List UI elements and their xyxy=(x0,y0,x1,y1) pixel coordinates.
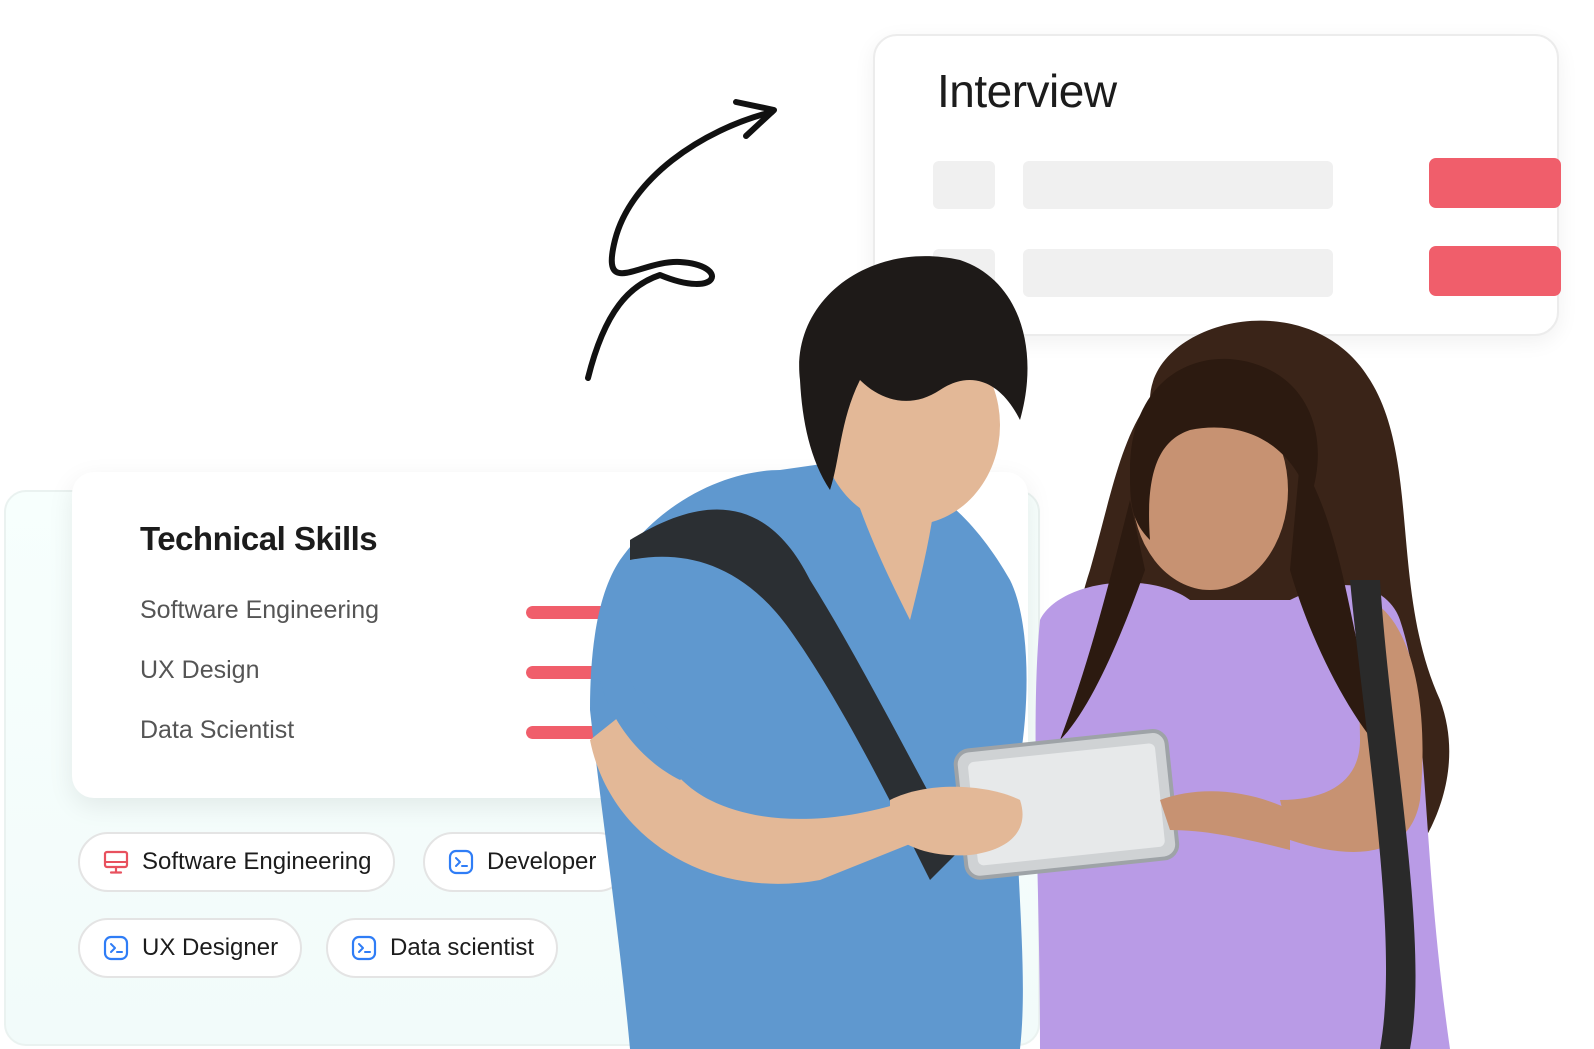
tag-software-engineering[interactable]: Software Engineering xyxy=(78,832,396,892)
technical-skills-title: Technical Skills xyxy=(140,520,378,557)
students-photo xyxy=(590,256,1450,1049)
terminal-icon xyxy=(447,848,475,876)
skill-label: Data Scientist xyxy=(140,716,295,744)
interview-row-text-placeholder xyxy=(1023,161,1333,209)
skill-label: UX Design xyxy=(140,656,260,684)
interview-row xyxy=(933,158,1561,210)
tag-label: Software Engineering xyxy=(142,848,372,875)
skill-label: Software Engineering xyxy=(140,596,380,624)
tag-label: Developer xyxy=(487,848,597,875)
tag-ux-designer[interactable]: UX Designer xyxy=(78,918,303,978)
tag-data-scientist[interactable]: Data scientist xyxy=(326,918,559,978)
monitor-icon xyxy=(102,848,130,876)
interview-title: Interview xyxy=(937,65,1117,117)
tag-label: UX Designer xyxy=(142,934,279,961)
interview-row-action-button[interactable] xyxy=(1429,158,1561,208)
terminal-icon xyxy=(102,934,130,962)
terminal-icon xyxy=(350,934,378,962)
interview-row-avatar-placeholder xyxy=(933,161,995,209)
tag-label: Data scientist xyxy=(390,934,535,961)
